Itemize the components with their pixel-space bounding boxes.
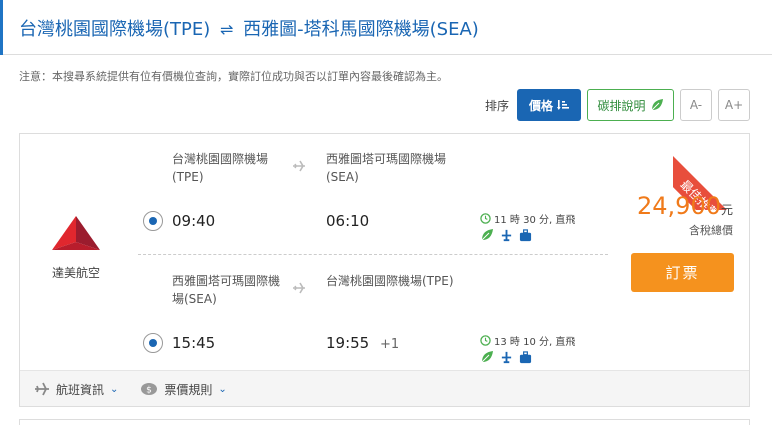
sort-toolbar: 排序 價格 碳排說明 A- A+ (485, 89, 750, 121)
clock-icon (480, 213, 491, 224)
next-result-card (19, 419, 750, 425)
flight-info-toggle[interactable]: 航班資訊 ⌄ (34, 381, 118, 398)
sort-label: 排序 (484, 98, 509, 113)
return-radio[interactable] (143, 333, 163, 353)
route-header: 台灣桃園國際機場(TPE) ⇌ 西雅圖-塔科馬國際機場(SEA) (0, 0, 772, 55)
route-title: 台灣桃園國際機場(TPE) ⇌ 西雅圖-塔科馬國際機場(SEA) (19, 15, 479, 41)
leg-from-airport: 台灣桃園國際機場(TPE) (172, 152, 269, 184)
chevron-down-icon: ⌄ (110, 383, 119, 395)
flight-duration: 11 時 30 分, 直飛 (480, 211, 575, 226)
header-accent-bar (0, 0, 3, 55)
outbound-radio[interactable] (143, 211, 163, 231)
plane-icon (293, 282, 305, 294)
leaf-icon (481, 229, 493, 241)
arrival-time-value: 06:10 (326, 212, 370, 230)
leaf-icon (481, 351, 493, 363)
delta-logo (52, 216, 100, 250)
price-currency: 元 (720, 203, 733, 217)
leg-divider (138, 254, 608, 255)
swap-arrows-icon: ⇌ (220, 20, 234, 39)
sort-ascending-icon (557, 100, 569, 110)
plane-icon (35, 382, 49, 396)
destination-airport-title: 西雅圖-塔科馬國際機場(SEA) (243, 19, 479, 40)
card-footer: 航班資訊 ⌄ $ 票價規則 ⌄ (20, 370, 749, 406)
carbon-info-button[interactable]: 碳排說明 (587, 89, 674, 121)
arrival-time: 06:10 (326, 212, 375, 230)
duration-text: 13 時 10 分, 直飛 (494, 337, 576, 348)
dollar-icon: $ (141, 383, 158, 396)
airline-block: 達美航空 (20, 214, 132, 281)
arrival-time-value: 19:55 (326, 334, 370, 352)
baggage-icon (519, 350, 532, 363)
airline-name: 達美航空 (51, 266, 100, 280)
book-button[interactable]: 訂票 (631, 253, 734, 292)
price-value: 24,900 (637, 192, 721, 220)
plane-icon (293, 160, 305, 172)
plane-icon (501, 229, 512, 241)
leaf-icon (651, 99, 663, 111)
font-decrease-button[interactable]: A- (680, 89, 712, 121)
chevron-down-icon: ⌄ (218, 383, 227, 395)
price-block: 24,900元 含稅總價 (637, 192, 733, 238)
fare-rules-toggle[interactable]: $ 票價規則 ⌄ (140, 381, 227, 398)
clock-icon (480, 335, 491, 346)
flight-feature-icons (480, 228, 532, 242)
departure-time: 15:45 (172, 334, 216, 352)
carbon-button-label: 碳排說明 (597, 98, 646, 113)
origin-airport-title: 台灣桃園國際機場(TPE) (19, 19, 211, 40)
flight-info-label: 航班資訊 (56, 382, 105, 397)
duration-text: 11 時 30 分, 直飛 (494, 215, 576, 226)
svg-text:$: $ (147, 386, 153, 396)
leg-from-airport: 西雅圖塔可瑪國際機場(SEA) (172, 274, 281, 306)
departure-time: 09:40 (172, 212, 216, 230)
day-offset: +1 (380, 337, 400, 352)
arrival-time: 19:55 +1 (326, 334, 399, 352)
leg-to-airport: 西雅圖塔可瑪國際機場(SEA) (326, 152, 447, 184)
baggage-icon (519, 228, 532, 241)
fare-rules-label: 票價規則 (164, 382, 213, 397)
flight-result-card: 最佳推薦 達美航空 台灣桃園國際機場(TPE) 西雅圖塔可瑪國際機場(SEA) … (19, 133, 750, 407)
sort-by-price-button[interactable]: 價格 (517, 89, 581, 121)
tax-note: 含稅總價 (689, 224, 733, 237)
flight-duration: 13 時 10 分, 直飛 (480, 333, 575, 348)
plane-icon (501, 351, 512, 363)
search-notice: 注意：本搜尋系統提供有位有價機位查詢，實際訂位成功與否以訂單內容最後確認為主。 (19, 70, 448, 83)
leg-to-airport: 台灣桃園國際機場(TPE) (326, 274, 454, 288)
flight-feature-icons (480, 350, 532, 364)
price-button-label: 價格 (528, 98, 553, 113)
font-increase-button[interactable]: A+ (718, 89, 750, 121)
